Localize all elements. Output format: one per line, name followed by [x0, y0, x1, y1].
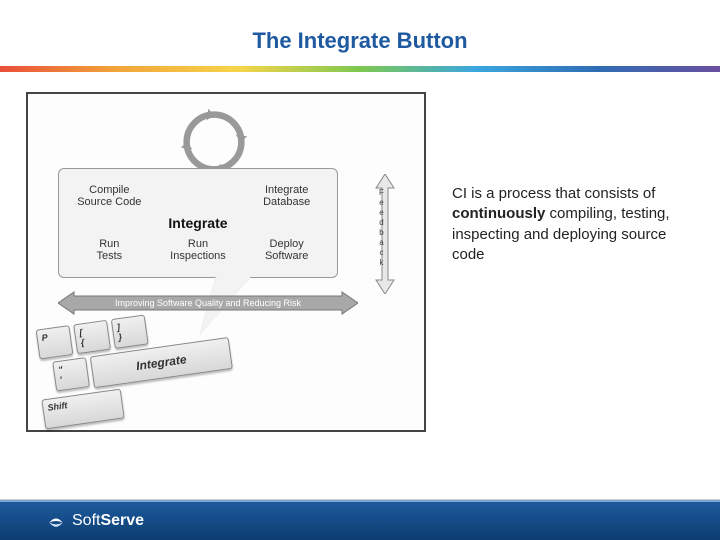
key-bracket-right: ] }	[111, 314, 149, 348]
integrate-callout: Compile Source Code Integrate Database I…	[58, 168, 338, 278]
step-integrate-db: Integrate Database	[263, 184, 310, 208]
description-text: CI is a process that consists of continu…	[452, 92, 694, 432]
content-area: Compile Source Code Integrate Database I…	[0, 72, 720, 432]
softserve-logo-icon	[46, 511, 66, 531]
integrate-heading: Integrate	[168, 215, 227, 231]
diagram-figure: Compile Source Code Integrate Database I…	[26, 92, 426, 432]
key-bracket-left: [ {	[73, 320, 111, 354]
keyboard-illustration: P [ { ] } " ' Integrate Shift	[30, 294, 303, 439]
desc-prefix: CI is a process that consists of	[452, 185, 655, 202]
footer-bar: SoftServe	[0, 500, 720, 540]
softserve-logo-text: SoftServe	[72, 512, 144, 530]
step-compile: Compile Source Code	[77, 184, 141, 208]
step-run-inspections: Run Inspections	[170, 238, 226, 262]
step-run-tests: Run Tests	[96, 238, 122, 262]
desc-bold: continuously	[452, 205, 545, 222]
key-integrate: Integrate	[90, 337, 233, 388]
feedback-label: Feedback	[377, 188, 386, 268]
key-p: P	[36, 325, 74, 359]
slide-title: The Integrate Button	[0, 0, 720, 66]
key-shift: Shift	[41, 389, 124, 430]
step-deploy: Deploy Software	[265, 238, 308, 262]
key-quote: " '	[52, 357, 90, 391]
